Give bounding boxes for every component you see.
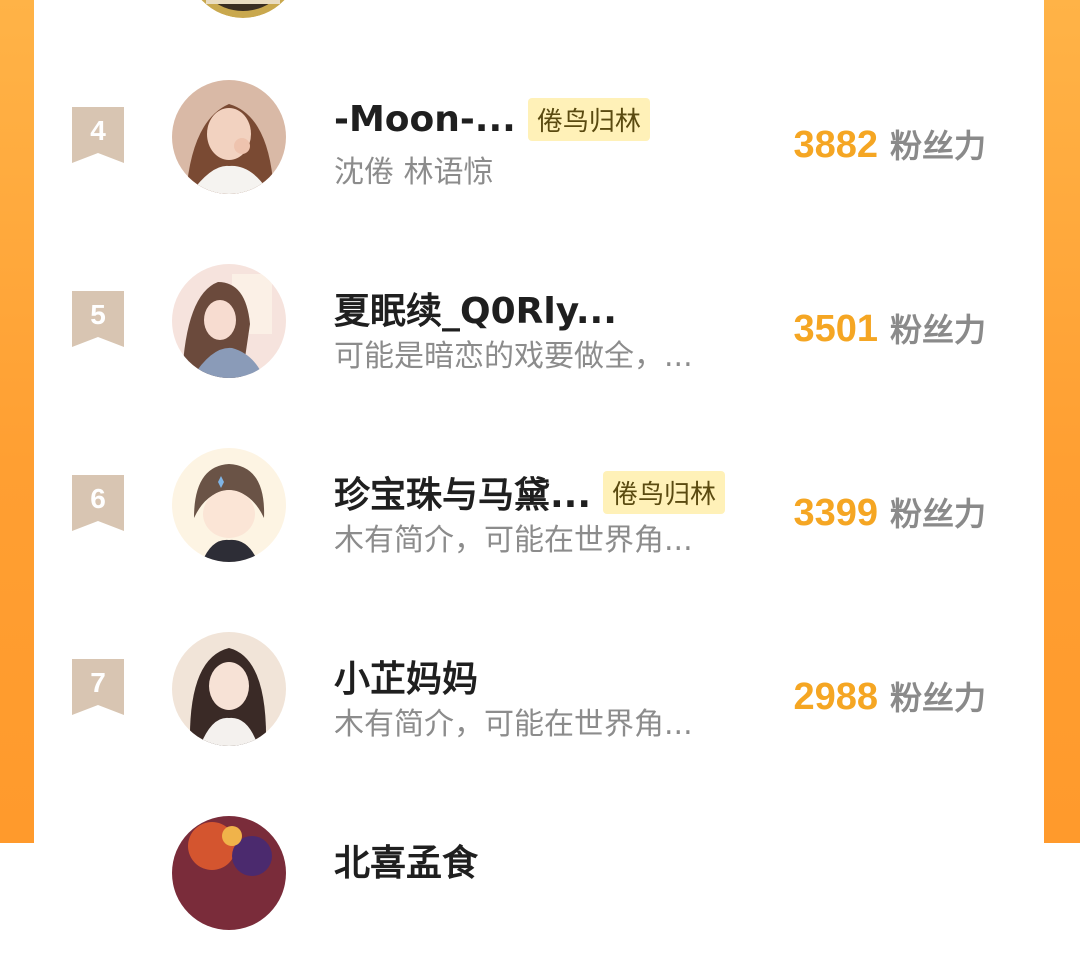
user-name[interactable]: -Moon-... bbox=[334, 99, 516, 140]
fans-power: 3399 粉丝力 bbox=[793, 489, 986, 535]
previous-entry-avatar[interactable] bbox=[186, 0, 300, 18]
avatar-doll-icon[interactable] bbox=[172, 632, 286, 746]
fans-power-value: 3399 bbox=[793, 492, 878, 534]
left-frame-border bbox=[0, 0, 34, 843]
user-name[interactable]: 小芷妈妈 bbox=[334, 650, 478, 702]
rank-badge: 7 bbox=[72, 659, 124, 715]
rank-badge: 6 bbox=[72, 475, 124, 531]
fans-power: 3882 粉丝力 bbox=[793, 121, 986, 167]
list-item[interactable]: 7 小芷妈妈 木有简介，可能在世界角... 2988 粉丝力 bbox=[34, 622, 1044, 772]
avatar-girl-icon[interactable] bbox=[172, 80, 286, 194]
list-item[interactable]: 北喜孟食 bbox=[34, 806, 1044, 956]
fans-power-value: 2988 bbox=[793, 676, 878, 718]
fans-power-value: 3882 bbox=[793, 124, 878, 166]
user-bio: 可能是暗恋的戏要做全，... bbox=[334, 339, 693, 374]
fans-power: 3501 粉丝力 bbox=[793, 305, 986, 351]
fans-power-unit: 粉丝力 bbox=[889, 127, 986, 165]
user-bio: 木有简介，可能在世界角... bbox=[334, 523, 693, 558]
rank-number: 7 bbox=[90, 667, 106, 698]
fan-group-tag: 倦鸟归林 bbox=[527, 98, 650, 141]
rank-badge: 5 bbox=[72, 291, 124, 347]
rank-number: 6 bbox=[90, 483, 106, 514]
user-bio: 木有简介，可能在世界角... bbox=[334, 707, 693, 742]
rank-number: 5 bbox=[90, 299, 106, 330]
user-name[interactable]: 夏眠续_Q0Rly... bbox=[334, 282, 617, 334]
list-item[interactable]: 6 珍宝珠与马黛... 倦鸟归林 木有简介，可能在世界角... 3399 粉丝力 bbox=[34, 438, 1044, 588]
list-item[interactable]: 4 -Moon-... 倦鸟归林 沈倦 林语惊 3882 粉丝力 bbox=[34, 70, 1044, 220]
fans-power: 2988 粉丝力 bbox=[793, 673, 986, 719]
fans-ranking-list: 4 -Moon-... 倦鸟归林 沈倦 林语惊 3882 粉丝力 5 夏眠续_Q… bbox=[34, 0, 1044, 930]
avatar-colorful-icon[interactable] bbox=[172, 816, 286, 930]
list-item[interactable]: 5 夏眠续_Q0Rly... 可能是暗恋的戏要做全，... 3501 粉丝力 bbox=[34, 254, 1044, 404]
rank-badge: 4 bbox=[72, 107, 124, 163]
fans-power-unit: 粉丝力 bbox=[889, 495, 986, 533]
avatar-anime-girl-icon[interactable] bbox=[172, 264, 286, 378]
right-frame-border bbox=[1044, 0, 1080, 843]
fans-power-unit: 粉丝力 bbox=[889, 679, 986, 717]
user-name[interactable]: 北喜孟食 bbox=[334, 834, 478, 886]
fans-power-unit: 粉丝力 bbox=[889, 311, 986, 349]
avatar-anime-boy-icon[interactable] bbox=[172, 448, 286, 562]
fan-group-tag: 倦鸟归林 bbox=[603, 470, 726, 514]
user-bio: 沈倦 林语惊 bbox=[334, 155, 494, 190]
fans-power-value: 3501 bbox=[793, 308, 878, 350]
rank-number: 4 bbox=[90, 115, 106, 146]
user-name[interactable]: 珍宝珠与马黛... bbox=[334, 466, 591, 518]
